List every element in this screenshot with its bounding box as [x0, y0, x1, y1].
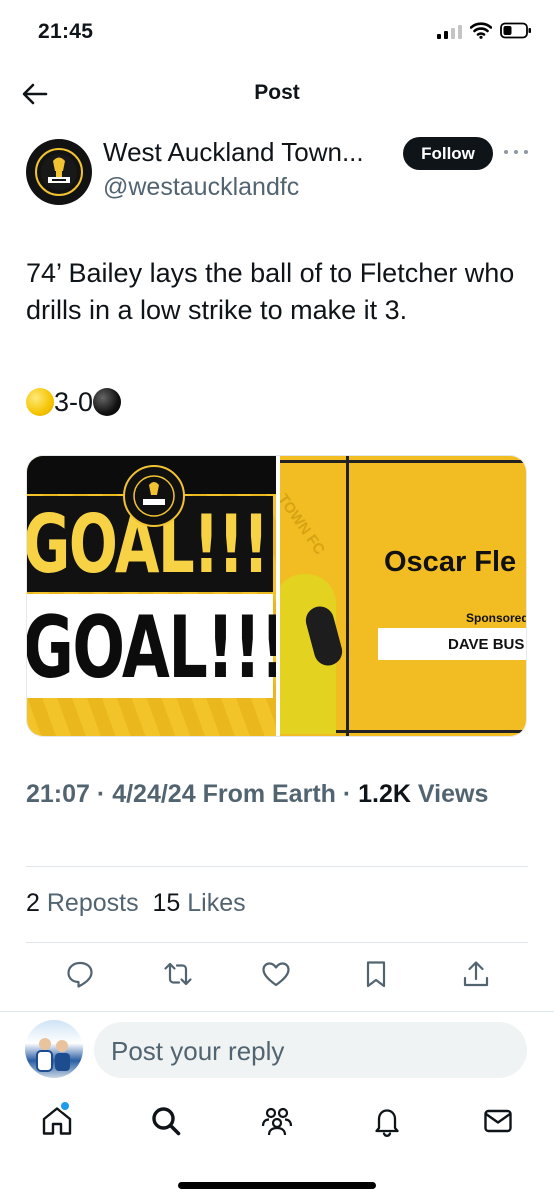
reply-placeholder: Post your reply	[111, 1036, 285, 1066]
battery-icon	[500, 22, 531, 39]
share-icon[interactable]	[460, 958, 492, 990]
watermark-text: TOWN FC	[280, 491, 328, 558]
author-handle[interactable]: @westaucklandfc	[103, 173, 299, 202]
views-count: 1.2K	[358, 780, 411, 808]
follow-button[interactable]: Follow	[403, 137, 493, 170]
club-badge-icon	[123, 465, 185, 527]
post-stats: 2 Reposts 15 Likes	[26, 889, 246, 918]
yellow-circle-icon	[26, 388, 54, 416]
divider	[26, 942, 528, 943]
communities-icon[interactable]	[260, 1104, 294, 1138]
likes-stat[interactable]: 15 Likes	[152, 889, 245, 917]
reposts-stat[interactable]: 2 Reposts	[26, 889, 139, 917]
notifications-icon[interactable]	[370, 1104, 404, 1138]
author-avatar[interactable]	[26, 139, 92, 205]
black-circle-icon	[93, 388, 122, 416]
reply-input[interactable]: Post your reply	[94, 1022, 527, 1078]
user-avatar[interactable]	[25, 1020, 83, 1078]
sponsored-label: Sponsored	[466, 611, 527, 625]
media-image-player[interactable]: TOWN FC Oscar Fle Sponsored DAVE BUS	[280, 456, 527, 736]
divider	[26, 866, 528, 867]
media-image-goal[interactable]: GOAL!!! GOAL!!!	[27, 456, 276, 736]
search-icon[interactable]	[149, 1104, 183, 1138]
status-icons	[437, 22, 532, 39]
reply-icon[interactable]	[64, 958, 96, 990]
player-name: Oscar Fle	[384, 546, 517, 578]
bookmark-icon[interactable]	[360, 958, 392, 990]
post-source: From Earth	[202, 780, 336, 808]
like-icon[interactable]	[260, 958, 292, 990]
home-indicator	[178, 1182, 376, 1189]
post-meta: 21:07 · 4/24/24 From Earth · 1.2K Views	[26, 780, 489, 808]
score-line: 3-0	[26, 384, 122, 420]
goal-banner-2: GOAL!!!	[27, 594, 276, 698]
wifi-icon	[470, 22, 492, 39]
action-bar	[0, 958, 554, 998]
tweet-text: 74’ Bailey lays the ball of to Fletcher …	[26, 258, 515, 325]
repost-icon[interactable]	[162, 958, 194, 990]
messages-icon[interactable]	[481, 1104, 515, 1138]
score-text: 3-0	[54, 386, 94, 417]
unread-dot	[59, 1100, 71, 1112]
post-date: 4/24/24	[112, 780, 196, 808]
more-options-icon[interactable]	[504, 143, 528, 161]
club-crest-icon	[35, 148, 83, 196]
author-display-name[interactable]: West Auckland Town...	[103, 137, 364, 168]
views-label: Views	[417, 780, 489, 808]
post-time: 21:07	[26, 780, 90, 808]
divider	[0, 1011, 554, 1012]
cellular-signal-icon	[437, 23, 462, 39]
page-title: Post	[254, 81, 300, 104]
sponsor-box: DAVE BUS	[378, 628, 526, 660]
sponsor-name: DAVE BUS	[448, 636, 525, 653]
media-gallery: GOAL!!! GOAL!!! TOWN FC Oscar Fle Sponso…	[26, 455, 527, 737]
status-time: 21:45	[38, 20, 94, 43]
